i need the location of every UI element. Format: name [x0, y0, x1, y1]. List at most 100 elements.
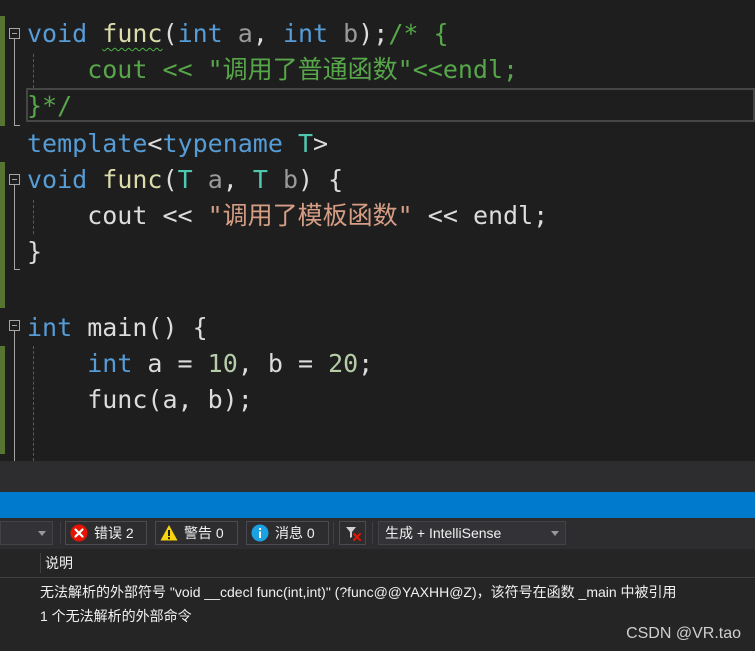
messages-count-label: 消息 0 [275, 525, 315, 541]
fold-toggle-icon[interactable] [9, 320, 20, 331]
warning-icon [160, 525, 178, 541]
change-marker [0, 162, 5, 308]
build-source-combo[interactable]: 生成 + IntelliSense [378, 521, 566, 545]
change-marker [0, 16, 5, 126]
code-token: ) { [298, 165, 344, 194]
code-token: void [27, 19, 88, 48]
errors-count-label: 错误 2 [94, 525, 134, 541]
code-line[interactable]: template<typename T> [27, 126, 328, 162]
code-token: func(a, b); [27, 385, 253, 414]
code-token: func [102, 165, 163, 194]
watermark: CSDN @VR.tao [626, 625, 741, 642]
code-token: > [313, 129, 329, 158]
chevron-down-icon [551, 531, 559, 536]
code-token: func [102, 19, 163, 48]
error-description: 无法解析的外部符号 "void __cdecl func(int,int)" (… [40, 584, 677, 600]
code-token: int [282, 19, 329, 48]
code-line[interactable]: func(a, b); [27, 382, 253, 418]
error-list-panel: 错误 2 警告 0 消息 0 生成 + IntelliSense 说明 无法解析… [0, 518, 755, 651]
code-token: int [87, 349, 133, 378]
code-token: cout << "调用了普通函数"<<endl; [27, 55, 519, 84]
code-line[interactable]: } [27, 234, 42, 270]
panel-splitter[interactable] [0, 461, 755, 492]
code-line[interactable]: int main() { [27, 310, 208, 346]
code-token: int [27, 313, 73, 342]
code-token: void [27, 165, 88, 194]
code-line[interactable]: cout << "调用了模板函数" << endl; [27, 198, 548, 234]
code-line[interactable]: void func(T a, T b) { [27, 162, 343, 198]
messages-filter-button[interactable]: 消息 0 [246, 521, 329, 545]
code-token: typename [162, 129, 283, 158]
fold-toggle-icon[interactable] [9, 28, 20, 39]
error-icon [70, 524, 88, 542]
code-token: cout << [27, 201, 208, 230]
code-line[interactable]: int a = 10, b = 20; [27, 346, 373, 382]
code-token: ( [162, 165, 178, 194]
warnings-count-label: 警告 0 [184, 525, 224, 541]
change-marker [0, 346, 5, 454]
error-list-title-bar [0, 492, 755, 518]
build-source-value: 生成 + IntelliSense [385, 525, 502, 541]
code-token: ; [358, 349, 374, 378]
code-editor[interactable]: void func(int a, int b);/* { cout << "调用… [0, 0, 755, 461]
code-token: , [222, 165, 253, 194]
fold-line [14, 39, 15, 125]
code-token: << endl; [412, 201, 549, 230]
code-token: ); [358, 19, 389, 48]
code-token: b [343, 19, 359, 48]
description-column-header[interactable]: 说明 [45, 549, 73, 577]
error-row[interactable]: 无法解析的外部符号 "void __cdecl func(int,int)" (… [0, 580, 755, 604]
code-token: T [297, 129, 314, 158]
code-token: a [237, 19, 253, 48]
code-token: < [147, 129, 163, 158]
column-header-row: 说明 [0, 549, 755, 578]
fold-line [14, 331, 15, 461]
code-line[interactable]: }*/ [27, 88, 72, 124]
code-token: b [282, 165, 299, 194]
error-list-toolbar: 错误 2 警告 0 消息 0 生成 + IntelliSense [0, 518, 755, 549]
chevron-down-icon [38, 531, 46, 536]
code-line[interactable]: void func(int a, int b);/* { [27, 16, 449, 52]
code-token: main() { [72, 313, 208, 342]
code-line[interactable]: cout << "调用了普通函数"<<endl; [27, 52, 518, 88]
column-divider[interactable] [40, 553, 41, 573]
code-token: T [252, 165, 268, 194]
fold-end [14, 269, 20, 270]
code-token: T [177, 165, 193, 194]
code-token: a [207, 165, 223, 194]
code-token: , b = [237, 349, 329, 378]
code-token: a = [132, 349, 208, 378]
warnings-filter-button[interactable]: 警告 0 [155, 521, 238, 545]
toolbar-separator [333, 522, 334, 544]
filter-icon [346, 527, 361, 541]
toolbar-separator [60, 522, 61, 544]
filter-button[interactable] [339, 521, 366, 545]
info-icon [251, 524, 269, 542]
code-token: template [27, 129, 148, 158]
toolbar-separator [372, 522, 373, 544]
code-token: , [252, 19, 283, 48]
fold-toggle-icon[interactable] [9, 174, 20, 185]
scope-combo[interactable] [0, 521, 53, 545]
code-token: 10 [207, 349, 238, 378]
code-token: "调用了模板函数" [207, 201, 413, 230]
code-token: } [27, 237, 43, 266]
errors-filter-button[interactable]: 错误 2 [65, 521, 147, 545]
current-line-highlight [26, 88, 755, 122]
error-description: 1 个无法解析的外部命令 [40, 608, 192, 624]
code-token: int [177, 19, 223, 48]
code-token: /* { [388, 19, 449, 48]
code-token: 20 [328, 349, 359, 378]
code-token: }*/ [27, 91, 73, 120]
fold-end [14, 125, 20, 126]
code-token: ( [162, 19, 178, 48]
fold-line [14, 185, 15, 269]
